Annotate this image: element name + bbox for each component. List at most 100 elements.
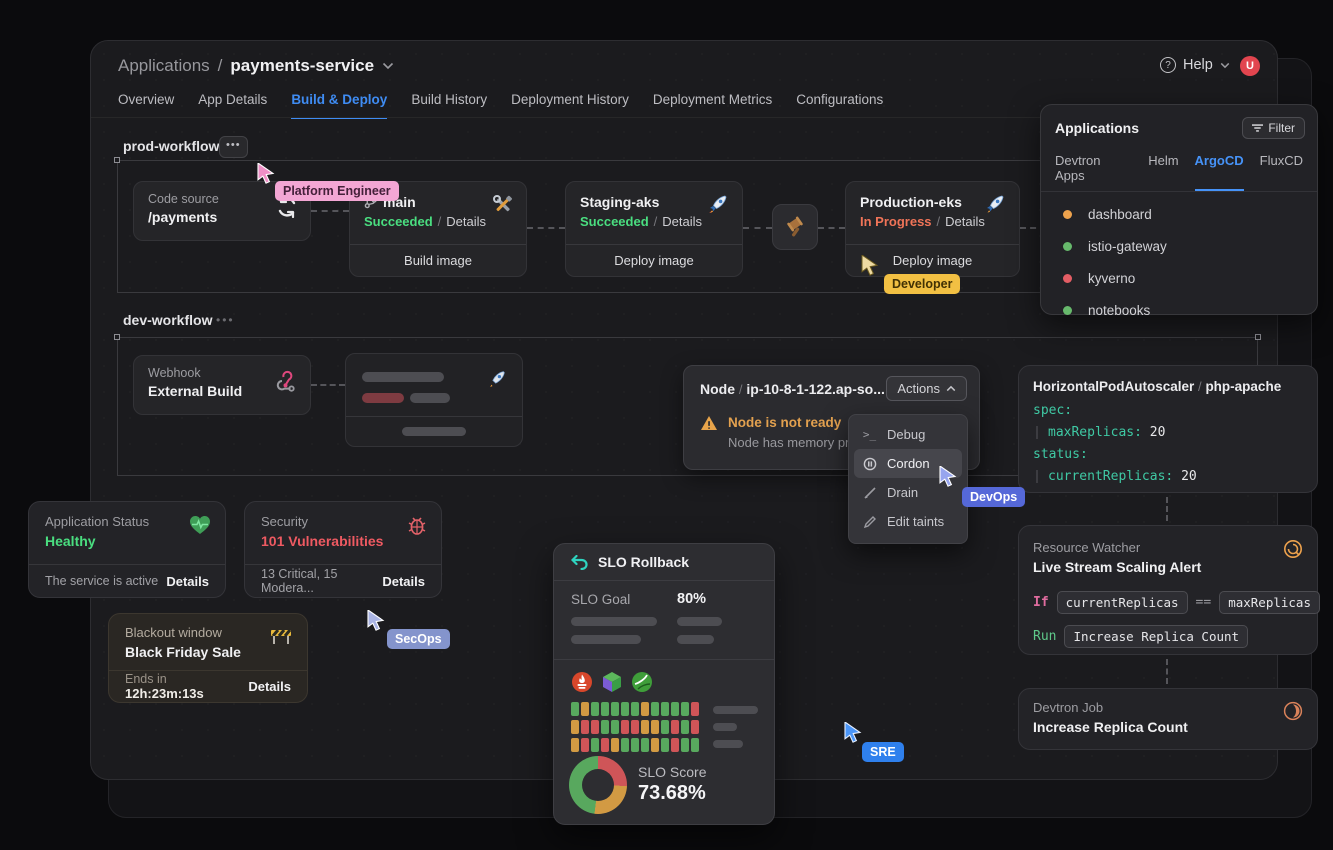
heat-cell xyxy=(651,720,659,734)
blackout-window-card[interactable]: Blackout window Black Friday Sale Ends i… xyxy=(108,613,308,703)
slo-donut xyxy=(569,756,627,814)
app-list-item[interactable]: notebooks xyxy=(1041,294,1317,326)
help-menu[interactable]: ? Help xyxy=(1160,57,1230,73)
menu-item-label: Cordon xyxy=(887,456,930,471)
actions-button[interactable]: Actions xyxy=(886,376,967,401)
warning-triangle-icon xyxy=(700,415,718,431)
tab-build-history[interactable]: Build History xyxy=(411,92,487,119)
tab-app-details[interactable]: App Details xyxy=(198,92,267,119)
actions-label: Actions xyxy=(897,381,940,396)
menu-item-debug[interactable]: >_ Debug xyxy=(854,420,962,449)
heat-cell xyxy=(601,702,609,716)
pause-circle-icon xyxy=(862,457,877,471)
rocket-icon xyxy=(486,368,508,390)
heat-cell xyxy=(671,738,679,752)
chevron-down-icon[interactable] xyxy=(382,62,394,70)
skeleton-bar xyxy=(402,427,466,436)
application-status-footer: The service is active xyxy=(45,574,158,588)
selection-handle[interactable] xyxy=(1255,334,1261,340)
heat-cell xyxy=(661,702,669,716)
selection-handle[interactable] xyxy=(114,157,120,163)
pointer-icon xyxy=(366,610,388,632)
indent-guide xyxy=(1036,470,1038,483)
devtron-job-card[interactable]: Devtron Job Increase Replica Count xyxy=(1018,688,1318,750)
rocket-icon xyxy=(983,192,1007,216)
yaml-key: spec: xyxy=(1033,403,1072,418)
tab-helm[interactable]: Helm xyxy=(1148,153,1178,191)
tab-configurations[interactable]: Configurations xyxy=(796,92,883,119)
connector xyxy=(1166,659,1168,684)
staging-deploy-action[interactable]: Deploy image xyxy=(566,244,742,276)
heat-cell xyxy=(571,738,579,752)
slo-rollback-card: SLO Rollback SLO Goal 80% xyxy=(553,543,775,825)
heat-cell xyxy=(671,702,679,716)
separator: / xyxy=(1198,379,1202,394)
skeleton-bar xyxy=(362,393,404,403)
details-link[interactable]: Details xyxy=(248,679,291,694)
dev-workflow-menu-button[interactable]: ••• xyxy=(216,313,235,327)
dev-workflow-title: dev-workflow xyxy=(123,312,212,328)
heat-cell xyxy=(571,720,579,734)
skeleton-pipeline-card[interactable] xyxy=(345,353,523,447)
blackout-footer-prefix: Ends in xyxy=(125,672,167,686)
tab-devtron-apps[interactable]: Devtron Apps xyxy=(1055,153,1132,191)
heat-cell xyxy=(641,720,649,734)
tab-argocd[interactable]: ArgoCD xyxy=(1195,153,1244,191)
webhook-card[interactable]: Webhook External Build xyxy=(133,355,311,415)
build-image-action[interactable]: Build image xyxy=(350,244,526,276)
tab-overview[interactable]: Overview xyxy=(118,92,174,119)
yaml-value: 20 xyxy=(1150,425,1166,440)
avatar[interactable]: U xyxy=(1240,56,1260,76)
breadcrumb: Applications / payments-service xyxy=(118,56,394,76)
selection-handle[interactable] xyxy=(114,334,120,340)
heart-pulse-icon xyxy=(189,515,211,535)
condition-right-chip: maxReplicas xyxy=(1219,591,1320,614)
webhook-icon xyxy=(274,370,298,394)
heat-cell xyxy=(681,738,689,752)
skeleton-bar xyxy=(713,706,758,714)
tab-deployment-history[interactable]: Deployment History xyxy=(511,92,629,119)
resource-watcher-label: Resource Watcher xyxy=(1033,540,1317,555)
cursor-label-devops: DevOps xyxy=(962,487,1025,507)
filter-label: Filter xyxy=(1268,121,1295,135)
app-list-item[interactable]: dashboard xyxy=(1041,198,1317,230)
heat-cell xyxy=(651,702,659,716)
spiral-target-icon xyxy=(1283,539,1303,559)
app-list-item[interactable]: istio-gateway xyxy=(1041,230,1317,262)
details-link[interactable]: Details xyxy=(166,574,209,589)
application-status-card[interactable]: Application Status Healthy The service i… xyxy=(28,501,226,598)
heat-cell xyxy=(581,720,589,734)
heat-cell xyxy=(691,738,699,752)
breadcrumb-separator: / xyxy=(218,56,223,76)
status-dot xyxy=(1063,306,1072,315)
resource-watcher-card[interactable]: Resource Watcher Live Stream Scaling Ale… xyxy=(1018,525,1318,655)
filter-button[interactable]: Filter xyxy=(1242,117,1305,139)
prometheus-icon xyxy=(571,671,593,693)
menu-item-edit-taints[interactable]: Edit taints xyxy=(854,507,962,536)
heat-cell xyxy=(681,720,689,734)
prod-workflow-menu-button[interactable]: ••• xyxy=(219,136,248,158)
cursor-label-secops: SecOps xyxy=(387,629,450,649)
green-ball-icon xyxy=(631,671,653,693)
staging-details-link[interactable]: Details xyxy=(662,214,702,229)
details-link[interactable]: Details xyxy=(382,574,425,589)
hammer-wrench-icon xyxy=(492,194,514,216)
pointer-icon xyxy=(860,255,882,277)
hpa-card[interactable]: HorizontalPodAutoscaler / php-apache spe… xyxy=(1018,365,1318,493)
tab-fluxcd[interactable]: FluxCD xyxy=(1260,153,1303,191)
tab-build-deploy[interactable]: Build & Deploy xyxy=(291,92,387,119)
app-list-item[interactable]: kyverno xyxy=(1041,262,1317,294)
approval-gavel-node[interactable] xyxy=(772,204,818,250)
slo-score-label: SLO Score xyxy=(638,764,706,780)
separator: / xyxy=(739,382,743,397)
build-details-link[interactable]: Details xyxy=(446,214,486,229)
status-dot xyxy=(1063,274,1072,283)
production-details-link[interactable]: Details xyxy=(945,214,985,229)
blackout-countdown: 12h:23m:13s xyxy=(125,686,204,701)
staging-pipeline-card[interactable]: Staging-aks Succeeded / Details Deploy i… xyxy=(565,181,743,277)
tab-deployment-metrics[interactable]: Deployment Metrics xyxy=(653,92,772,119)
breadcrumb-root[interactable]: Applications xyxy=(118,56,210,76)
if-keyword: If xyxy=(1033,595,1049,610)
heat-cell xyxy=(591,720,599,734)
security-card[interactable]: Security 101 Vulnerabilities 13 Critical… xyxy=(244,501,442,598)
